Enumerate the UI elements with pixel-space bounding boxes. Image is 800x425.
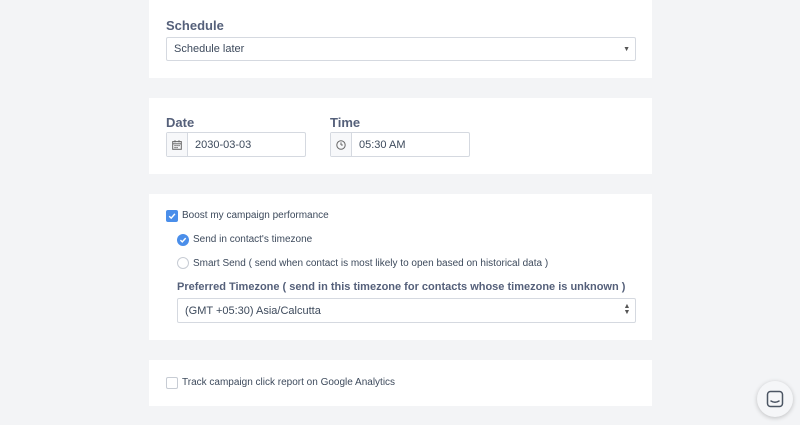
time-value: 05:30 AM bbox=[359, 138, 406, 151]
schedule-card: Schedule Schedule later ▼ bbox=[149, 0, 652, 78]
analytics-card: Track campaign click report on Google An… bbox=[149, 360, 652, 406]
send-contact-timezone-label: Send in contact's timezone bbox=[193, 234, 313, 245]
schedule-label: Schedule bbox=[166, 18, 224, 33]
chat-bubble-icon bbox=[766, 390, 784, 408]
schedule-selected-value: Schedule later bbox=[174, 43, 245, 55]
check-icon bbox=[168, 213, 176, 220]
schedule-select[interactable]: Schedule later ▼ bbox=[166, 37, 636, 61]
caret-down-icon: ▼ bbox=[623, 46, 630, 53]
smart-send-label: Smart Send ( send when contact is most l… bbox=[193, 258, 549, 269]
boost-label: Boost my campaign performance bbox=[182, 210, 329, 221]
date-label: Date bbox=[166, 115, 195, 130]
calendar-icon bbox=[167, 133, 188, 156]
updown-caret-icon: ▲ ▼ bbox=[623, 303, 631, 316]
time-label: Time bbox=[330, 115, 361, 130]
smart-send-radio[interactable] bbox=[177, 257, 189, 269]
date-time-card: Date 2030-03-03 Time 05:30 AM bbox=[149, 98, 652, 174]
timezone-selected-value: (GMT +05:30) Asia/Calcutta bbox=[185, 304, 321, 317]
boost-checkbox[interactable] bbox=[166, 210, 178, 222]
preferred-timezone-label: Preferred Timezone ( send in this timezo… bbox=[177, 281, 626, 293]
timezone-select[interactable]: (GMT +05:30) Asia/Calcutta ▲ ▼ bbox=[177, 298, 636, 323]
time-input[interactable]: 05:30 AM bbox=[330, 132, 470, 157]
clock-icon bbox=[331, 133, 352, 156]
chat-launcher-button[interactable] bbox=[757, 381, 793, 417]
send-contact-timezone-radio[interactable] bbox=[177, 234, 189, 246]
analytics-checkbox[interactable] bbox=[166, 377, 178, 389]
boost-card: Boost my campaign performance Send in co… bbox=[149, 194, 652, 340]
check-icon bbox=[179, 237, 187, 243]
analytics-label: Track campaign click report on Google An… bbox=[182, 377, 396, 388]
date-input[interactable]: 2030-03-03 bbox=[166, 132, 306, 157]
date-value: 2030-03-03 bbox=[195, 138, 252, 151]
